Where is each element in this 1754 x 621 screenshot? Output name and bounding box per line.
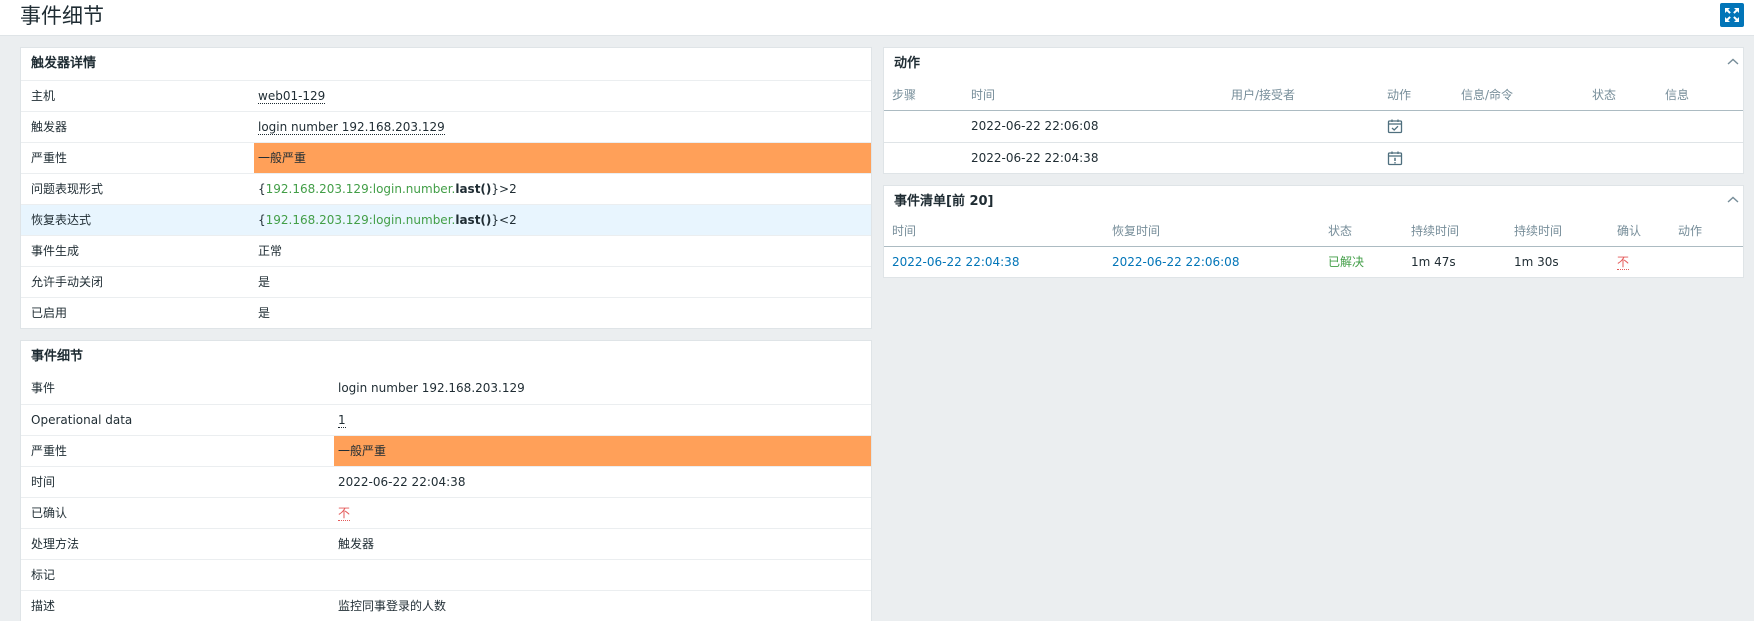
trigger-label: 主机 bbox=[31, 89, 56, 103]
col-action: 动作 bbox=[1387, 88, 1412, 102]
problem-expression: {192.168.203.129:login.number.last()}>2 bbox=[258, 182, 517, 196]
page-header: 事件细节 bbox=[0, 0, 1754, 36]
trigger-row-manual-close: 允许手动关闭 是 bbox=[21, 266, 871, 297]
col-recovery-time: 恢复时间 bbox=[1112, 224, 1161, 238]
col-duration: 持续时间 bbox=[1411, 224, 1460, 238]
action-time: 2022-06-22 22:06:08 bbox=[971, 119, 1099, 133]
trigger-row-severity: 严重性 一般严重 bbox=[21, 142, 871, 173]
event-generation-value: 正常 bbox=[258, 244, 283, 258]
event-row-tags: 标记 bbox=[21, 559, 871, 590]
event-name-value: login number 192.168.203.129 bbox=[338, 381, 525, 395]
recovery-time-link[interactable]: 2022-06-22 22:06:08 bbox=[1112, 247, 1239, 277]
enabled-value: 是 bbox=[258, 306, 271, 320]
event-label: Operational data bbox=[31, 413, 133, 427]
description-value: 监控同事登录的人数 bbox=[338, 599, 447, 613]
expression-item-key[interactable]: 192.168.203.129:login.number. bbox=[266, 182, 456, 196]
trigger-link[interactable]: login number 192.168.203.129 bbox=[258, 120, 445, 135]
acknowledge-link[interactable]: 不 bbox=[338, 506, 351, 521]
trigger-label: 触发器 bbox=[31, 120, 68, 134]
col-step: 步骤 bbox=[892, 88, 917, 102]
col-message: 信息/命令 bbox=[1461, 88, 1514, 102]
event-label: 已确认 bbox=[31, 506, 68, 520]
calendar-check-icon[interactable] bbox=[1387, 118, 1403, 134]
recovery-expression: {192.168.203.129:login.number.last()}<2 bbox=[258, 213, 517, 227]
col-ack: 确认 bbox=[1617, 224, 1642, 238]
event-label: 严重性 bbox=[31, 444, 68, 458]
severity-badge: 一般严重 bbox=[334, 436, 871, 466]
severity-badge: 一般严重 bbox=[254, 143, 871, 173]
calendar-alert-icon[interactable] bbox=[1387, 150, 1403, 166]
col-time: 时间 bbox=[971, 88, 996, 102]
event-details-title: 事件细节 bbox=[31, 349, 84, 364]
col-recipient: 用户/接受者 bbox=[1231, 88, 1296, 102]
collapse-chevron-icon[interactable] bbox=[1725, 56, 1741, 68]
event-label: 标记 bbox=[31, 568, 56, 582]
event-row-acknowledged: 已确认 不 bbox=[21, 497, 871, 528]
expression-item-key[interactable]: 192.168.203.129:login.number. bbox=[266, 213, 456, 227]
event-details-panel: 事件细节 事件 login number 192.168.203.129 Ope… bbox=[20, 340, 872, 621]
trigger-row-event-generation: 事件生成 正常 bbox=[21, 235, 871, 266]
trigger-row-enabled: 已启用 是 bbox=[21, 297, 871, 328]
action-time: 2022-06-22 22:04:38 bbox=[971, 151, 1099, 165]
trigger-label: 恢复表达式 bbox=[31, 213, 92, 227]
trigger-label: 允许手动关闭 bbox=[31, 275, 104, 289]
trigger-label: 已启用 bbox=[31, 306, 68, 320]
event-label: 时间 bbox=[31, 475, 56, 489]
collapse-chevron-icon[interactable] bbox=[1725, 194, 1741, 206]
event-label: 事件 bbox=[31, 381, 56, 395]
event-row-event: 事件 login number 192.168.203.129 bbox=[21, 373, 871, 404]
actions-title: 动作 bbox=[894, 56, 921, 71]
col-info: 信息 bbox=[1665, 88, 1690, 102]
event-label: 描述 bbox=[31, 599, 56, 613]
actions-panel: 动作 步骤 时间 用户/接受者 动作 信息/命令 状态 信息 2022-06-2… bbox=[883, 47, 1744, 174]
trigger-row-host: 主机 web01-129 bbox=[21, 80, 871, 111]
event-row-operational-data: Operational data 1 bbox=[21, 404, 871, 435]
fullscreen-icon bbox=[1725, 8, 1739, 22]
duration-value: 1m 47s bbox=[1411, 255, 1456, 269]
col-status: 状态 bbox=[1592, 88, 1617, 102]
expression-function: last() bbox=[455, 213, 492, 227]
event-label: 处理方法 bbox=[31, 537, 80, 551]
trigger-label: 事件生成 bbox=[31, 244, 80, 258]
host-link[interactable]: web01-129 bbox=[258, 89, 326, 104]
col-time: 时间 bbox=[892, 224, 917, 238]
expression-function: last() bbox=[455, 182, 492, 196]
col-actions: 动作 bbox=[1678, 224, 1703, 238]
col-status: 状态 bbox=[1328, 224, 1353, 238]
fullscreen-button[interactable] bbox=[1720, 3, 1744, 27]
trigger-label: 严重性 bbox=[31, 151, 68, 165]
trigger-row-trigger: 触发器 login number 192.168.203.129 bbox=[21, 111, 871, 142]
action-row: 2022-06-22 22:04:38 bbox=[884, 142, 1743, 173]
tags-value bbox=[334, 560, 338, 590]
page-title: 事件细节 bbox=[20, 4, 104, 28]
trigger-details-title: 触发器详情 bbox=[31, 56, 97, 71]
event-row-resolved-by: 处理方法 触发器 bbox=[21, 528, 871, 559]
trigger-details-panel: 触发器详情 主机 web01-129 触发器 login number 192.… bbox=[20, 47, 872, 329]
operational-data-link[interactable]: 1 bbox=[338, 413, 346, 428]
acknowledge-link[interactable]: 不 bbox=[1617, 255, 1630, 270]
event-time-value: 2022-06-22 22:04:38 bbox=[338, 475, 466, 489]
manual-close-value: 是 bbox=[258, 275, 271, 289]
trigger-row-problem-expression: 问题表现形式 {192.168.203.129:login.number.las… bbox=[21, 173, 871, 204]
event-row-description: 描述 监控同事登录的人数 bbox=[21, 590, 871, 621]
trigger-row-recovery-expression: 恢复表达式 {192.168.203.129:login.number.last… bbox=[21, 204, 871, 235]
event-list-row: 2022-06-22 22:04:38 2022-06-22 22:06:08 … bbox=[884, 247, 1743, 278]
status-badge: 已解决 bbox=[1328, 255, 1365, 269]
resolved-by-value: 触发器 bbox=[338, 537, 375, 551]
action-row: 2022-06-22 22:06:08 bbox=[884, 111, 1743, 142]
event-row-severity: 严重性 一般严重 bbox=[21, 435, 871, 466]
duration-value: 1m 30s bbox=[1514, 255, 1559, 269]
col-duration: 持续时间 bbox=[1514, 224, 1563, 238]
trigger-label: 问题表现形式 bbox=[31, 182, 104, 196]
event-list-title: 事件清单[前 20] bbox=[894, 194, 994, 209]
event-list-panel: 事件清单[前 20] 时间 恢复时间 状态 持续时间 持续时间 确认 动作 20… bbox=[883, 185, 1744, 278]
event-row-time: 时间 2022-06-22 22:04:38 bbox=[21, 466, 871, 497]
event-time-link[interactable]: 2022-06-22 22:04:38 bbox=[892, 247, 1019, 277]
